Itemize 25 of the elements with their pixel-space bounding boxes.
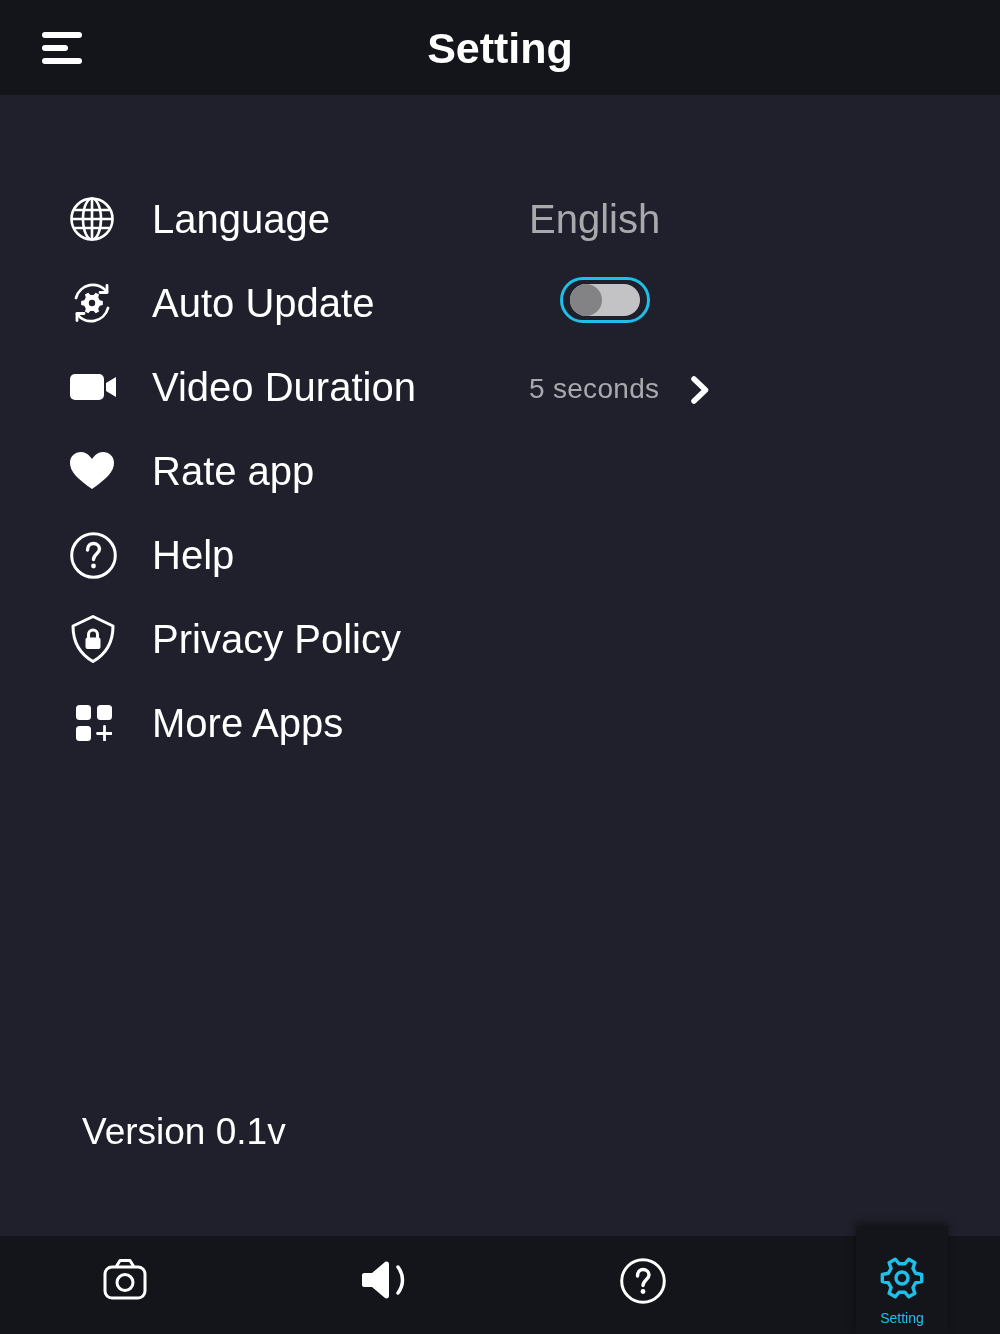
menu-button[interactable] [42,31,82,64]
setting-label[interactable]: Rate app [152,447,529,495]
settings-icon [880,1256,924,1300]
setting-label[interactable]: Help [152,531,529,579]
chevron-right-icon [690,375,711,405]
setting-value: 5 seconds [529,372,660,406]
help-icon [70,531,117,579]
shield-lock-icon [70,614,116,664]
menu-icon [42,31,82,64]
grid-plus-icon [76,705,112,741]
globe-icon [70,197,114,241]
version-text: Version 0.1v [82,1110,286,1154]
toggle-switch[interactable] [560,277,650,323]
setting-label[interactable]: Auto Update [152,279,529,327]
setting-value: English [529,196,661,243]
page-title: Setting [427,22,573,74]
help-icon [620,1258,666,1304]
setting-label[interactable]: Video Duration [152,363,529,411]
camera-icon [103,1258,147,1300]
heart-icon [70,452,114,490]
settings-tab[interactable]: Setting [856,1226,948,1334]
setting-label[interactable]: Language [152,195,529,243]
setting-label[interactable]: More Apps [152,699,529,747]
setting-label[interactable]: Privacy Policy [152,615,529,663]
video-camera-icon [70,374,116,400]
